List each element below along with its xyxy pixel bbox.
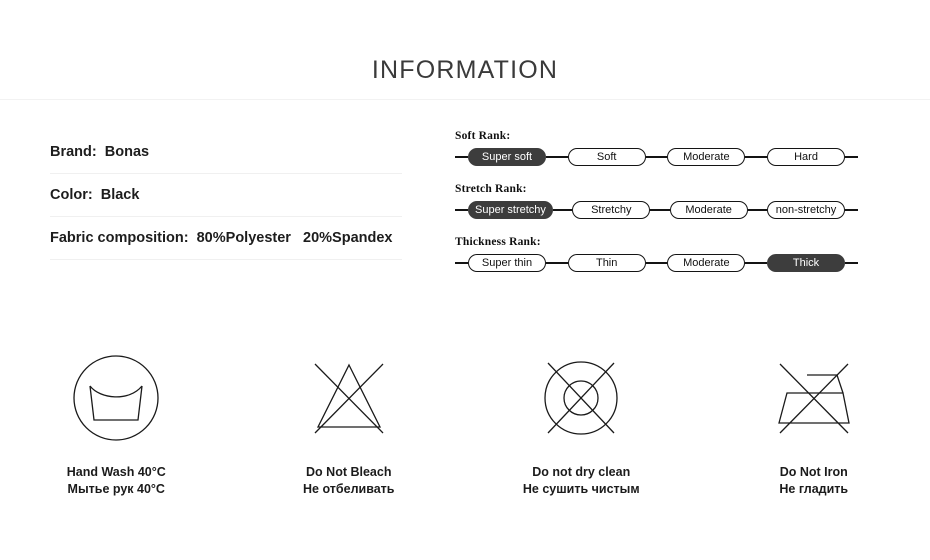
rank-option-soft-3[interactable]: Hard — [767, 148, 846, 166]
rank-connector — [650, 209, 670, 211]
rank-connector — [455, 262, 468, 264]
care-caption-hand-wash: Hand Wash 40°C Мытье рук 40°C — [0, 464, 233, 498]
rank-connector — [845, 156, 859, 158]
do-not-bleach-icon — [233, 345, 466, 450]
info-fabric-composition: Fabric composition: 80%Polyester 20%Span… — [50, 230, 393, 246]
care-item-hand-wash: Hand Wash 40°C Мытье рук 40°C — [0, 345, 233, 498]
rank-block-stretch: Stretch Rank: Super stretchy Stretchy Mo… — [455, 183, 860, 219]
rank-track-stretch: Super stretchy Stretchy Moderate non-str… — [455, 201, 858, 219]
rank-option-thickness-1[interactable]: Thin — [567, 254, 646, 272]
care-instructions: Hand Wash 40°C Мытье рук 40°C Do Not Ble… — [0, 345, 930, 498]
rank-connector — [645, 156, 668, 158]
care-caption-ru: Не гладить — [779, 482, 849, 496]
page-header: INFORMATION — [0, 0, 930, 100]
rank-label-thickness: Thickness Rank: — [455, 236, 541, 248]
rank-connector — [546, 156, 568, 158]
rank-connector — [546, 262, 568, 264]
care-caption-en: Do Not Iron — [779, 465, 848, 479]
info-brand: Brand: Bonas — [50, 144, 150, 160]
rank-connector — [645, 262, 668, 264]
rank-option-soft-2[interactable]: Moderate — [667, 148, 746, 166]
rank-connector — [455, 156, 468, 158]
care-item-do-not-dry-clean: Do not dry clean Не сушить чистым — [465, 345, 698, 498]
rank-option-stretch-0[interactable]: Super stretchy — [468, 201, 553, 219]
do-not-dry-clean-icon — [465, 345, 698, 450]
rank-option-thickness-0[interactable]: Super thin — [468, 254, 546, 272]
rank-track-soft: Super soft Soft Moderate Hard — [455, 148, 859, 166]
rank-label-stretch: Stretch Rank: — [455, 183, 527, 195]
rank-connector — [455, 209, 468, 211]
rank-connector — [745, 156, 768, 158]
rank-block-soft: Soft Rank: Super soft Soft Moderate Hard — [455, 130, 860, 166]
rank-option-thickness-2[interactable]: Moderate — [667, 254, 746, 272]
care-item-do-not-bleach: Do Not Bleach Не отбеливать — [233, 345, 466, 498]
rank-option-thickness-3[interactable]: Thick — [767, 254, 846, 272]
care-caption-ru: Не сушить чистым — [522, 482, 640, 496]
rank-option-stretch-2[interactable]: Moderate — [669, 201, 748, 219]
rank-block-thickness: Thickness Rank: Super thin Thin Moderate… — [455, 236, 860, 272]
do-not-iron-icon — [698, 345, 930, 450]
rank-option-soft-0[interactable]: Super soft — [468, 148, 546, 166]
care-caption-en: Do Not Bleach — [306, 465, 392, 479]
care-caption-do-not-iron: Do Not Iron Не гладить — [698, 464, 930, 498]
list-item: Fabric composition: 80%Polyester 20%Span… — [50, 229, 402, 260]
care-caption-en: Do not dry clean — [532, 465, 631, 479]
care-caption-ru: Не отбеливать — [303, 482, 395, 496]
rank-track-thickness: Super thin Thin Moderate Thick — [455, 254, 859, 272]
care-caption-do-not-dry-clean: Do not dry clean Не сушить чистым — [465, 464, 698, 498]
care-item-do-not-iron: Do Not Iron Не гладить — [698, 345, 930, 498]
rank-label-soft: Soft Rank: — [455, 130, 511, 142]
rank-connector — [745, 262, 768, 264]
list-item: Brand: Bonas — [50, 143, 402, 174]
product-info-list: Brand: Bonas Color: Black Fabric composi… — [50, 143, 402, 260]
list-item: Color: Black — [50, 186, 402, 217]
page-title: INFORMATION — [371, 56, 559, 84]
rank-connector — [747, 209, 767, 211]
rank-option-stretch-3[interactable]: non-stretchy — [767, 201, 845, 219]
rank-option-stretch-1[interactable]: Stretchy — [572, 201, 651, 219]
care-caption-en: Hand Wash 40°C — [66, 465, 166, 479]
care-caption-ru: Мытье рук 40°C — [67, 482, 165, 496]
rank-connector — [845, 209, 858, 211]
information-body: Brand: Bonas Color: Black Fabric composi… — [0, 100, 930, 325]
rank-connector — [845, 262, 859, 264]
care-caption-do-not-bleach: Do Not Bleach Не отбеливать — [233, 464, 466, 498]
rank-connector — [552, 209, 573, 211]
rank-option-soft-1[interactable]: Soft — [567, 148, 646, 166]
rank-panel: Soft Rank: Super soft Soft Moderate Hard… — [455, 130, 860, 272]
info-color: Color: Black — [50, 187, 140, 203]
hand-wash-icon — [0, 345, 233, 450]
